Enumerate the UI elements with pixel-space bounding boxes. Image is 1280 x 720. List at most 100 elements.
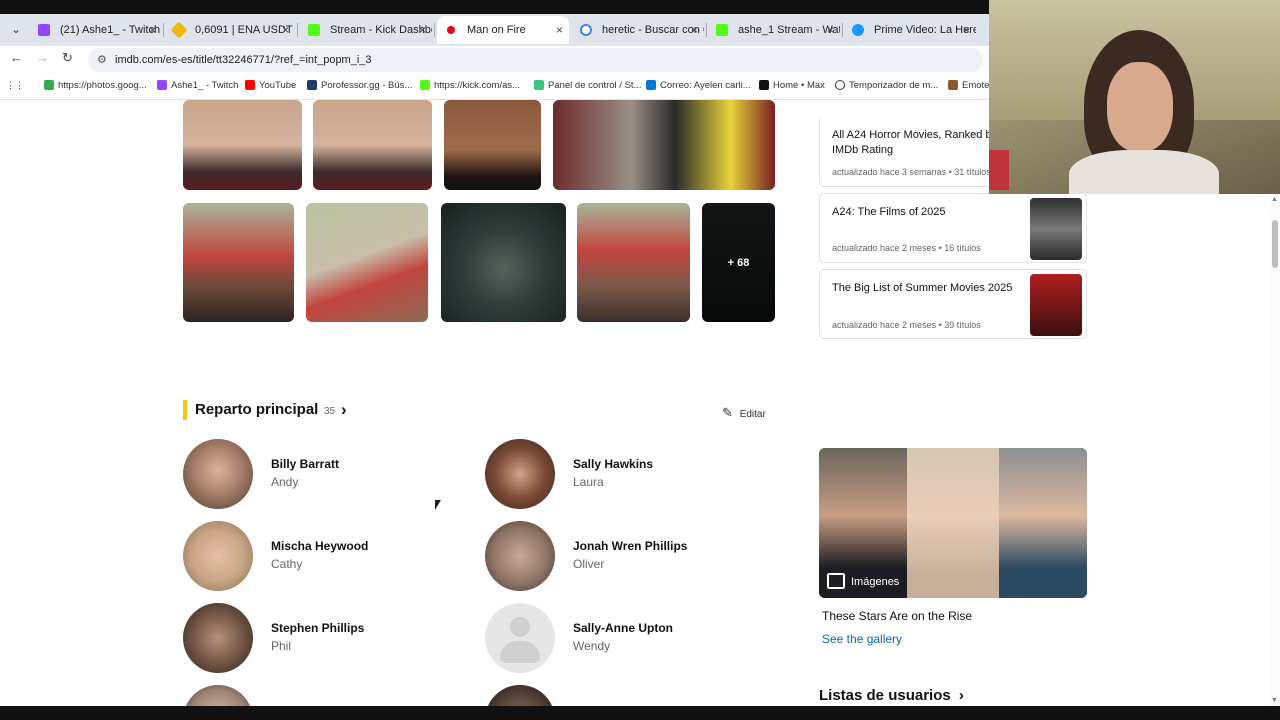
reload-button[interactable]: ↻ [62, 50, 73, 66]
actor-name[interactable]: Sally Hawkins [573, 457, 653, 471]
tab-title: (21) Ashe1_ - Twitch [60, 24, 161, 36]
bookmark-streamlabs[interactable]: Panel de control / St... [534, 80, 641, 91]
poster-thumbnail[interactable] [183, 203, 294, 322]
list-thumbnail[interactable] [1030, 274, 1082, 336]
tab-google-search[interactable]: heretic - Buscar con G × [572, 16, 704, 44]
gallery-images-label[interactable]: Imágenes [827, 573, 899, 589]
outlook-icon [646, 80, 656, 90]
site-info-icon[interactable]: ⚙ [97, 48, 107, 72]
character-name[interactable]: Laura [573, 475, 604, 489]
avatar-placeholder-icon[interactable] [485, 603, 555, 673]
tab-divider [706, 23, 707, 37]
page-scrollbar[interactable]: ▲ ▼ [1270, 194, 1280, 706]
tab-prime-video[interactable]: Prime Video: La Here × [844, 16, 976, 44]
gallery-promo-image[interactable]: Imágenes [819, 448, 1087, 598]
list-card[interactable]: A24: The Films of 2025 actualizado hace … [819, 193, 1087, 263]
photo-thumbnail[interactable] [444, 100, 541, 190]
bookmark-google-photos[interactable]: https://photos.goog... [44, 80, 147, 91]
tab-search-button[interactable]: ⌄ [6, 20, 26, 40]
character-name[interactable]: Phil [271, 639, 291, 653]
list-title[interactable]: All A24 Horror Movies, Ranked by IMDb Ra… [832, 128, 1002, 158]
google-photos-icon [44, 80, 54, 90]
actor-name[interactable]: Mischa Heywood [271, 539, 368, 553]
bookmark-twitch[interactable]: Ashe1_ - Twitch [157, 80, 238, 91]
avatar[interactable] [183, 603, 253, 673]
avatar[interactable] [485, 685, 555, 706]
bookmark-emote[interactable]: Emote [948, 80, 989, 91]
scrollbar-thumb[interactable] [1272, 220, 1278, 268]
see-gallery-link[interactable]: See the gallery [822, 632, 902, 646]
webcam-person-face [1107, 62, 1173, 152]
forward-button[interactable]: → [36, 50, 49, 65]
more-photos-count: + 68 [702, 203, 775, 322]
photo-thumbnail[interactable] [553, 100, 775, 190]
chevron-right-icon[interactable]: › [341, 400, 347, 420]
actor-name[interactable]: Jonah Wren Phillips [573, 539, 687, 553]
scroll-up-icon[interactable]: ▲ [1271, 196, 1278, 203]
edit-button[interactable]: ✎ Editar [722, 405, 766, 421]
list-title[interactable]: The Big List of Summer Movies 2025 [832, 281, 1032, 296]
tab-close-icon[interactable]: × [282, 16, 289, 44]
photo-thumbnail[interactable] [313, 100, 432, 190]
tab-title: 0,6091 | ENA USDT | E [195, 24, 295, 36]
bookmark-kick[interactable]: https://kick.com/as... [420, 80, 520, 91]
bookmark-youtube[interactable]: YouTube [245, 80, 296, 91]
bookmark-timer[interactable]: Temporizador de m... [835, 80, 938, 91]
kick-icon [308, 24, 320, 36]
character-name[interactable]: Cathy [271, 557, 302, 571]
apps-icon[interactable]: ⋮⋮ [6, 80, 24, 91]
tab-man-on-fire[interactable]: Man on Fire × [437, 16, 569, 44]
images-icon [827, 573, 845, 589]
scroll-down-icon[interactable]: ▼ [1271, 697, 1278, 704]
chevron-right-icon: › [958, 687, 964, 704]
avatar[interactable] [485, 521, 555, 591]
more-photos-button[interactable]: + 68 [702, 203, 775, 322]
avatar[interactable] [485, 439, 555, 509]
tab-divider [434, 23, 435, 37]
poster-thumbnail[interactable] [577, 203, 690, 322]
bookmark-outlook[interactable]: Correo: Ayelen carli... [646, 80, 751, 91]
tab-divider [842, 23, 843, 37]
tab-close-icon[interactable]: × [419, 16, 426, 44]
avatar[interactable] [183, 439, 253, 509]
cast-section-title[interactable]: Reparto principal [183, 400, 318, 420]
timer-icon [835, 80, 845, 90]
tab-ena-usdt[interactable]: 0,6091 | ENA USDT | E × [165, 16, 295, 44]
tab-strip: ⌄ (21) Ashe1_ - Twitch × 0,6091 | ENA US… [0, 14, 990, 46]
avatar[interactable] [183, 685, 253, 706]
avatar[interactable] [183, 521, 253, 591]
back-button[interactable]: ← [10, 50, 23, 65]
actor-name[interactable]: Stephen Phillips [271, 621, 364, 635]
photo-thumbnail[interactable] [183, 100, 302, 190]
tab-twitch[interactable]: (21) Ashe1_ - Twitch × [30, 16, 162, 44]
address-bar[interactable]: ⚙ imdb.com/es-es/title/tt32246771/?ref_=… [88, 48, 983, 72]
character-name[interactable]: Wendy [573, 639, 610, 653]
tab-close-icon[interactable]: × [149, 16, 156, 44]
tab-close-icon[interactable]: × [556, 16, 563, 44]
poster-thumbnail[interactable] [441, 203, 566, 322]
actor-name[interactable]: Sally-Anne Upton [573, 621, 673, 635]
character-name[interactable]: Oliver [573, 557, 604, 571]
bookmark-porofessor[interactable]: Porofessor.gg - Bús... [307, 80, 412, 91]
user-lists-title[interactable]: Listas de usuarios › [819, 687, 964, 704]
actor-name[interactable]: Billy Barratt [271, 457, 339, 471]
tab-close-icon[interactable]: × [691, 16, 698, 44]
tab-title: Stream - Kick Dashbo [330, 24, 432, 36]
poster-thumbnail[interactable] [306, 203, 428, 322]
tab-close-icon[interactable]: × [963, 16, 970, 44]
netflix-icon [447, 26, 455, 34]
bookmark-max[interactable]: Home • Max [759, 80, 825, 91]
gallery-caption[interactable]: These Stars Are on the Rise [822, 609, 972, 623]
list-title[interactable]: A24: The Films of 2025 [832, 205, 1032, 220]
porofessor-icon [307, 80, 317, 90]
character-name[interactable]: Andy [271, 475, 298, 489]
list-card[interactable]: The Big List of Summer Movies 2025 actua… [819, 269, 1087, 339]
tab-close-icon[interactable]: × [827, 16, 834, 44]
tab-kick-stream[interactable]: ashe_1 Stream - Watc × [708, 16, 840, 44]
cast-count: 35 [324, 406, 336, 417]
list-meta: actualizado hace 2 meses • 39 títulos [832, 320, 981, 330]
tab-kick-dashboard[interactable]: Stream - Kick Dashbo × [300, 16, 432, 44]
tab-title: Prime Video: La Here [874, 24, 976, 36]
pencil-icon: ✎ [722, 405, 733, 420]
list-thumbnail[interactable] [1030, 198, 1082, 260]
